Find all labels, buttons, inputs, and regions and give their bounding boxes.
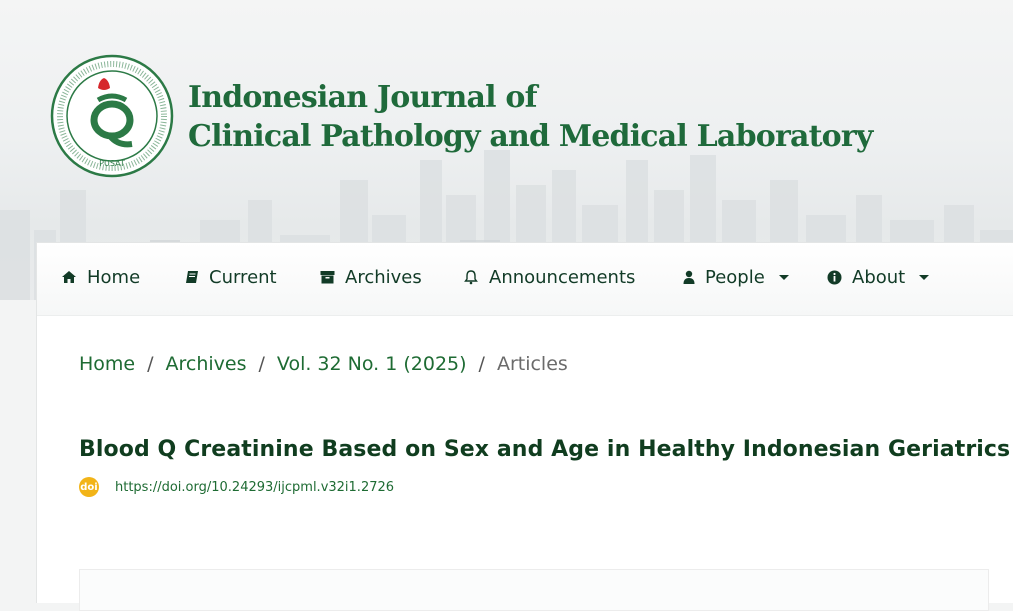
nav-about[interactable]: About (827, 265, 930, 289)
chevron-down-icon (919, 274, 930, 280)
journal-logo[interactable]: PUSAT (50, 54, 174, 178)
breadcrumb-home[interactable]: Home (79, 353, 135, 375)
breadcrumb-archives[interactable]: Archives (166, 353, 247, 375)
nav-archives[interactable]: Archives (320, 265, 422, 289)
site-title-line2: Clinical Pathology and Medical Laborator… (188, 119, 873, 154)
breadcrumb-current: Articles (496, 353, 568, 375)
breadcrumb-issue[interactable]: Vol. 32 No. 1 (2025) (277, 353, 467, 375)
info-icon (827, 270, 842, 284)
site-title[interactable]: Indonesian Journal of Clinical Pathology… (188, 78, 873, 156)
nav-people-label: People (705, 266, 765, 288)
primary-navbar: Home Current Archives Announcements Peop… (37, 243, 1013, 316)
chevron-down-icon (778, 274, 789, 280)
nav-announcements[interactable]: Announcements (463, 265, 635, 289)
main-panel: Home Current Archives Announcements Peop… (36, 242, 1013, 611)
nav-announcements-label: Announcements (489, 266, 636, 288)
user-icon (683, 270, 695, 284)
nav-archives-label: Archives (345, 266, 422, 288)
doi-icon: doi (79, 477, 99, 497)
nav-people[interactable]: People (683, 265, 789, 289)
bell-icon (464, 270, 478, 285)
nav-current[interactable]: Current (185, 265, 277, 289)
nav-about-label: About (852, 266, 906, 288)
nav-home[interactable]: Home (61, 265, 140, 289)
nav-current-label: Current (209, 266, 277, 288)
nav-home-label: Home (87, 266, 141, 288)
site-title-line1: Indonesian Journal of (188, 80, 538, 115)
home-icon (62, 271, 76, 283)
article-details-box (79, 569, 989, 611)
breadcrumb-separator: / (258, 353, 265, 375)
breadcrumb-separator: / (478, 353, 485, 375)
archive-icon (320, 271, 335, 284)
article-title: Blood Q Creatinine Based on Sex and Age … (79, 437, 1011, 462)
logo-text: PUSAT (99, 159, 125, 168)
doi-row: doi https://doi.org/10.24293/ijcpml.v32i… (79, 477, 394, 497)
breadcrumb-separator: / (147, 353, 154, 375)
doi-link[interactable]: https://doi.org/10.24293/ijcpml.v32i1.27… (115, 480, 394, 495)
breadcrumb: Home / Archives / Vol. 32 No. 1 (2025) /… (79, 353, 568, 375)
book-icon (186, 271, 198, 283)
